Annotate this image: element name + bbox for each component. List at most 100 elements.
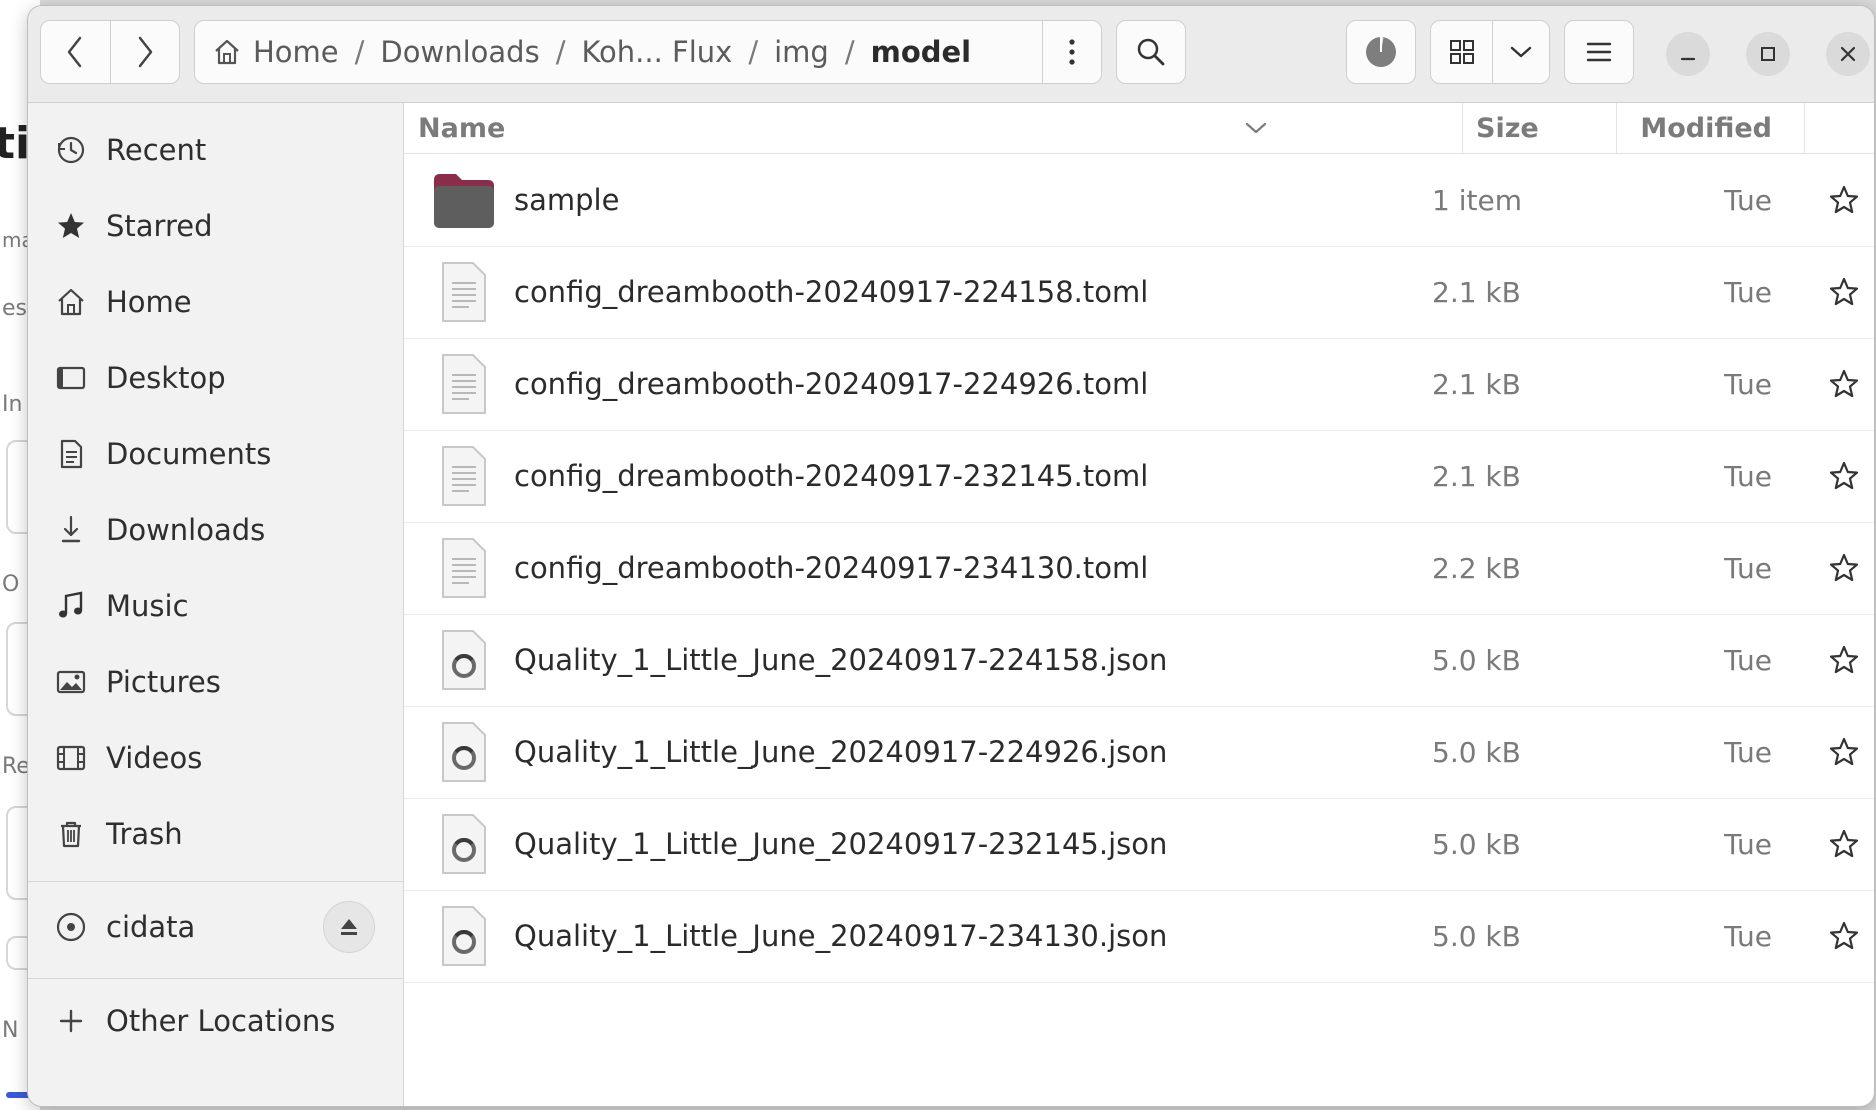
breadcrumb-koh-flux[interactable]: Koh... Flux: [575, 35, 738, 69]
file-row[interactable]: config_dreambooth-20240917-224158.toml 2.…: [404, 246, 1874, 339]
json-file-icon: [432, 720, 496, 784]
star-icon[interactable]: [1824, 180, 1864, 220]
file-row[interactable]: Quality_1_Little_June_20240917-234130.js…: [404, 890, 1874, 983]
column-divider: [1616, 103, 1617, 153]
breadcrumb-separator: /: [748, 35, 759, 69]
breadcrumb-downloads[interactable]: Downloads: [374, 35, 545, 69]
path-bar: Home / Downloads / Koh... Flux / img / m…: [194, 20, 1102, 84]
file-row[interactable]: config_dreambooth-20240917-234130.toml 2.…: [404, 522, 1874, 615]
sidebar-item-home[interactable]: Home: [28, 271, 403, 333]
download-icon: [54, 513, 88, 547]
eject-icon: [341, 919, 357, 935]
column-header-label: Modified: [1640, 112, 1772, 144]
desktop-icon: [54, 361, 88, 395]
file-row[interactable]: Quality_1_Little_June_20240917-232145.js…: [404, 798, 1874, 891]
main-menu-button[interactable]: [1564, 20, 1634, 84]
column-header-name[interactable]: Name: [418, 103, 1268, 153]
breadcrumb-home[interactable]: Home: [247, 35, 345, 69]
chevron-down-icon: [1511, 46, 1532, 58]
picture-icon: [54, 665, 88, 699]
file-modified: Tue: [1724, 827, 1772, 861]
sidebar-item-desktop[interactable]: Desktop: [28, 347, 403, 409]
music-icon: [54, 589, 88, 623]
file-modified: Tue: [1724, 183, 1772, 217]
view-options-button[interactable]: [1493, 21, 1549, 83]
file-name: Quality_1_Little_June_20240917-234130.js…: [514, 919, 1168, 953]
maximize-button[interactable]: [1746, 32, 1790, 76]
star-icon[interactable]: [1824, 916, 1864, 956]
file-size: 5.0 kB: [1432, 643, 1521, 677]
folder-row[interactable]: sample 1 item Tue: [404, 154, 1874, 247]
grid-view-button[interactable]: [1431, 21, 1494, 83]
sidebar-item-downloads[interactable]: Downloads: [28, 499, 403, 561]
text-file-icon: [432, 260, 496, 324]
star-icon[interactable]: [1824, 456, 1864, 496]
text-file-icon: [432, 444, 496, 508]
file-size: 5.0 kB: [1432, 827, 1521, 861]
sidebar-item-recent[interactable]: Recent: [28, 119, 403, 181]
search-button[interactable]: [1116, 20, 1186, 84]
breadcrumb-model[interactable]: model: [865, 35, 978, 69]
forward-button[interactable]: [109, 21, 180, 83]
eject-button[interactable]: [323, 901, 375, 953]
star-icon[interactable]: [1824, 824, 1864, 864]
sidebar-item-label: Trash: [106, 817, 183, 851]
file-name: config_dreambooth-20240917-234130.toml: [514, 551, 1149, 585]
sidebar-item-label: Desktop: [106, 361, 226, 395]
sidebar-item-other-locations[interactable]: Other Locations: [28, 990, 403, 1052]
file-name: Quality_1_Little_June_20240917-232145.js…: [514, 827, 1168, 861]
pie-progress-icon: [1366, 36, 1396, 67]
background-text: O: [2, 572, 20, 597]
file-size: 5.0 kB: [1432, 735, 1521, 769]
sidebar-item-label: Downloads: [106, 513, 266, 547]
sidebar-divider: [28, 978, 403, 979]
navigation-buttons: [40, 20, 180, 84]
vertical-dots-icon: [1069, 39, 1075, 65]
file-size: 5.0 kB: [1432, 919, 1521, 953]
file-row[interactable]: config_dreambooth-20240917-224926.toml 2.…: [404, 338, 1874, 431]
chevron-down-icon: [1245, 122, 1267, 134]
star-icon[interactable]: [1824, 548, 1864, 588]
header-bar: Home / Downloads / Koh... Flux / img / m…: [28, 6, 1874, 103]
sidebar-item-documents[interactable]: Documents: [28, 423, 403, 485]
file-modified: Tue: [1724, 459, 1772, 493]
file-modified: Tue: [1724, 367, 1772, 401]
star-icon[interactable]: [1824, 732, 1864, 772]
home-icon: [54, 285, 88, 319]
back-button[interactable]: [41, 21, 110, 83]
text-file-icon: [432, 536, 496, 600]
close-button[interactable]: [1826, 32, 1870, 76]
file-row[interactable]: Quality_1_Little_June_20240917-224158.js…: [404, 614, 1874, 707]
sidebar-item-label: Other Locations: [106, 1004, 336, 1038]
folder-icon: [432, 168, 496, 232]
sidebar-item-label: Pictures: [106, 665, 221, 699]
file-list: Name Size Modified sample 1 item Tue config…: [404, 103, 1874, 1106]
file-row[interactable]: Quality_1_Little_June_20240917-224926.js…: [404, 706, 1874, 799]
breadcrumb-img[interactable]: img: [768, 35, 835, 69]
sidebar-item-music[interactable]: Music: [28, 575, 403, 637]
sidebar-item-pictures[interactable]: Pictures: [28, 651, 403, 713]
chevron-left-icon: [68, 36, 82, 68]
plus-icon: [54, 1004, 88, 1038]
operations-button[interactable]: [1346, 20, 1416, 84]
file-modified: Tue: [1724, 275, 1772, 309]
sidebar-item-label: cidata: [106, 910, 196, 944]
video-icon: [54, 741, 88, 775]
sidebar-item-videos[interactable]: Videos: [28, 727, 403, 789]
column-header-size[interactable]: Size: [1476, 103, 1539, 153]
star-icon[interactable]: [1824, 272, 1864, 312]
hamburger-menu-icon: [1586, 42, 1612, 62]
file-row[interactable]: config_dreambooth-20240917-232145.toml 2.…: [404, 430, 1874, 523]
file-size: 2.1 kB: [1432, 275, 1521, 309]
home-icon[interactable]: [211, 36, 243, 68]
path-menu-button[interactable]: [1042, 21, 1101, 83]
sidebar-item-label: Music: [106, 589, 189, 623]
sidebar-item-starred[interactable]: Starred: [28, 195, 403, 257]
star-icon[interactable]: [1824, 640, 1864, 680]
star-icon[interactable]: [1824, 364, 1864, 404]
sidebar-item-trash[interactable]: Trash: [28, 803, 403, 865]
column-header-modified[interactable]: Modified: [1620, 103, 1772, 153]
file-name: Quality_1_Little_June_20240917-224158.js…: [514, 643, 1168, 677]
clock-icon: [54, 133, 88, 167]
minimize-button[interactable]: [1666, 32, 1710, 76]
